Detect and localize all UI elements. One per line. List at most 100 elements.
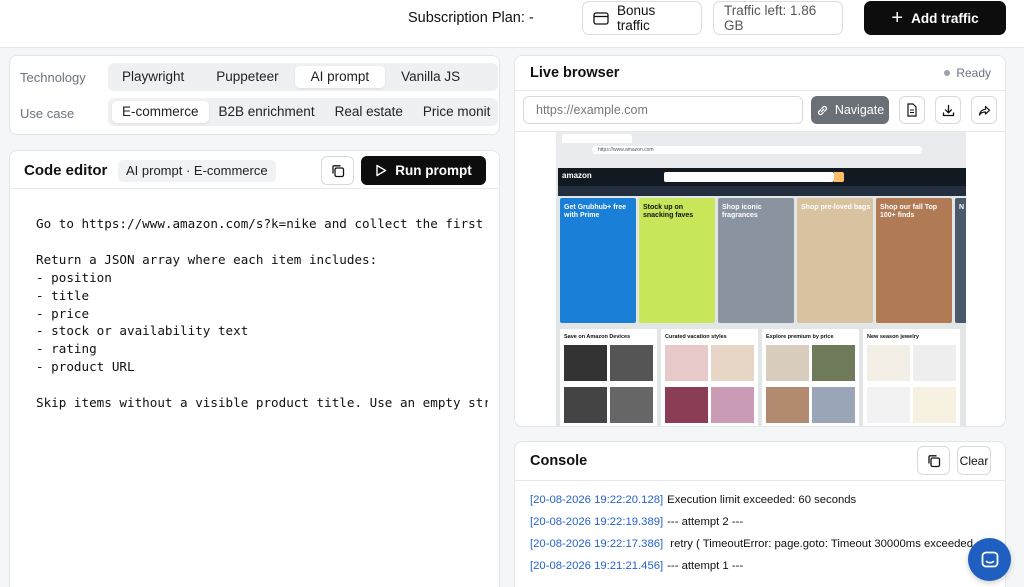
use-case-label: Use case <box>20 106 75 121</box>
navigate-label: Navigate <box>834 103 885 117</box>
log-message: Execution limit exceeded: 60 seconds <box>667 494 857 506</box>
link-icon <box>816 104 829 117</box>
browser-status: Ready <box>944 66 991 80</box>
code-editor-header: Code editor AI prompt · E-commerce Run p… <box>10 151 499 189</box>
code-editor-panel: Code editor AI prompt · E-commerce Run p… <box>9 150 500 587</box>
use-case-option-ecommerce[interactable]: E-commerce <box>112 101 209 123</box>
code-editor-textarea[interactable]: Go to https://www.amazon.com/s?k=nike an… <box>36 215 488 412</box>
add-traffic-button[interactable]: + Add traffic <box>864 1 1006 35</box>
technology-option-puppeteer[interactable]: Puppeteer <box>206 66 288 88</box>
console-log-list: [20-08-2026 19:22:20.128] Execution limit… <box>515 482 1005 587</box>
hero-tile: Shop our fall Top 100+ finds <box>876 198 952 323</box>
subscription-plan: Subscription Plan: - <box>408 10 534 26</box>
product-thumbnail <box>665 345 708 381</box>
amazon-nav-bar <box>558 186 966 196</box>
log-message: retry ( TimeoutError: page.goto: Timeout… <box>667 538 973 550</box>
category-cards: Save on Amazon Devices Curated vacation … <box>560 329 964 426</box>
product-thumbnail <box>867 387 910 423</box>
log-timestamp: [20-08-2026 19:22:17.386] <box>530 538 664 550</box>
log-entry: [20-08-2026 19:22:20.128] Execution limit… <box>530 494 856 506</box>
run-prompt-label: Run prompt <box>395 163 472 178</box>
log-timestamp: [20-08-2026 19:22:19.389] <box>530 516 664 528</box>
product-thumbnail <box>711 345 754 381</box>
run-prompt-button[interactable]: Run prompt <box>361 156 486 185</box>
category-title: Explore premium by price <box>766 334 834 340</box>
console-panel: Console Clear [20-08-2026 19:22:20.128] E… <box>514 441 1006 587</box>
technology-option-vanilla-js[interactable]: Vanilla JS <box>391 66 470 88</box>
download-icon <box>942 104 954 116</box>
use-case-option-real-estate[interactable]: Real estate <box>325 101 413 123</box>
hero-tile: N K <box>955 198 966 323</box>
technology-label: Technology <box>20 70 86 85</box>
product-thumbnail <box>610 345 653 381</box>
bonus-traffic-button[interactable]: Bonus traffic <box>582 1 702 35</box>
live-browser-title: Live browser <box>530 65 620 81</box>
config-panel: Technology Playwright Puppeteer AI promp… <box>9 55 500 135</box>
technology-option-playwright[interactable]: Playwright <box>112 66 194 88</box>
live-browser-panel: Live browser Ready https://example.com N… <box>514 55 1006 427</box>
navigate-button[interactable]: Navigate <box>811 96 889 124</box>
log-entry: [20-08-2026 19:22:17.386] retry ( Timeou… <box>530 538 973 550</box>
console-title: Console <box>530 453 588 469</box>
hero-tile-text: Get Grubhub+ free with Prime <box>564 204 627 219</box>
category-card: Explore premium by price <box>762 329 859 426</box>
use-case-option-price-monitoring[interactable]: Price monit <box>413 101 498 123</box>
hero-tiles: Get Grubhub+ free with Prime Stock up on… <box>560 198 966 323</box>
hero-tile-text: Shop iconic fragrances <box>722 204 762 219</box>
hero-tile: Get Grubhub+ free with Prime <box>560 198 636 323</box>
amazon-logo: amazon <box>562 171 592 180</box>
share-button[interactable] <box>971 96 997 124</box>
traffic-left-badge: Traffic left: 1.86 GB <box>713 1 843 35</box>
log-message: --- attempt 1 --- <box>667 560 744 572</box>
url-input[interactable]: https://example.com <box>523 96 803 124</box>
play-icon <box>375 164 387 177</box>
hero-tile: Shop iconic fragrances <box>718 198 794 323</box>
product-thumbnail <box>766 387 809 423</box>
page-source-button[interactable] <box>899 96 925 124</box>
chat-support-button[interactable] <box>968 538 1011 581</box>
browser-status-label: Ready <box>956 66 991 80</box>
bonus-traffic-label: Bonus traffic <box>617 3 656 33</box>
category-card: New season jewelry <box>863 329 960 426</box>
mode-chip: AI prompt · E-commerce <box>118 160 276 182</box>
code-editor-title: Code editor <box>24 162 108 179</box>
share-icon <box>978 105 990 116</box>
copy-console-button[interactable] <box>917 446 950 475</box>
amazon-search-bar <box>664 172 834 182</box>
product-thumbnail <box>564 345 607 381</box>
card-icon <box>593 11 609 25</box>
divider <box>515 90 1005 91</box>
category-title: Curated vacation styles <box>665 334 727 340</box>
log-message: --- attempt 2 --- <box>667 516 744 528</box>
amazon-search-icon <box>834 172 844 182</box>
hero-tile: Shop pre-loved bags <box>797 198 873 323</box>
browser-chrome: https://www.amazon.com <box>556 132 966 168</box>
browser-tab <box>562 134 632 143</box>
category-card: Curated vacation styles <box>661 329 758 426</box>
product-thumbnail <box>913 387 956 423</box>
divider <box>515 480 1005 481</box>
hero-tile: Stock up on snacking faves <box>639 198 715 323</box>
chat-icon <box>981 551 998 567</box>
product-thumbnail <box>711 387 754 423</box>
copy-code-button[interactable] <box>321 156 354 185</box>
technology-option-ai-prompt[interactable]: AI prompt <box>294 66 386 88</box>
hero-tile-text: Shop our fall Top 100+ finds <box>880 204 938 219</box>
product-thumbnail <box>913 345 956 381</box>
category-card: Save on Amazon Devices <box>560 329 657 426</box>
copy-icon <box>331 164 344 177</box>
use-case-option-b2b[interactable]: B2B enrichment <box>209 101 325 123</box>
clear-console-button[interactable]: Clear <box>957 446 991 475</box>
preview-address-bar: https://www.amazon.com <box>592 146 922 154</box>
hero-tile-text: Stock up on snacking faves <box>643 204 694 219</box>
amazon-header: amazon <box>558 168 966 186</box>
copy-icon <box>927 454 940 467</box>
document-icon <box>907 103 917 117</box>
hero-tile-text: Shop pre-loved bags <box>801 204 871 211</box>
technology-selector: Playwright Puppeteer AI prompt Vanilla J… <box>108 63 498 91</box>
log-entry: [20-08-2026 19:21:21.456] --- attempt 1 -… <box>530 560 743 572</box>
product-thumbnail <box>564 387 607 423</box>
download-button[interactable] <box>935 96 961 124</box>
browser-screenshot[interactable]: https://www.amazon.com amazon Get Grubhu… <box>556 132 966 426</box>
product-thumbnail <box>812 345 855 381</box>
